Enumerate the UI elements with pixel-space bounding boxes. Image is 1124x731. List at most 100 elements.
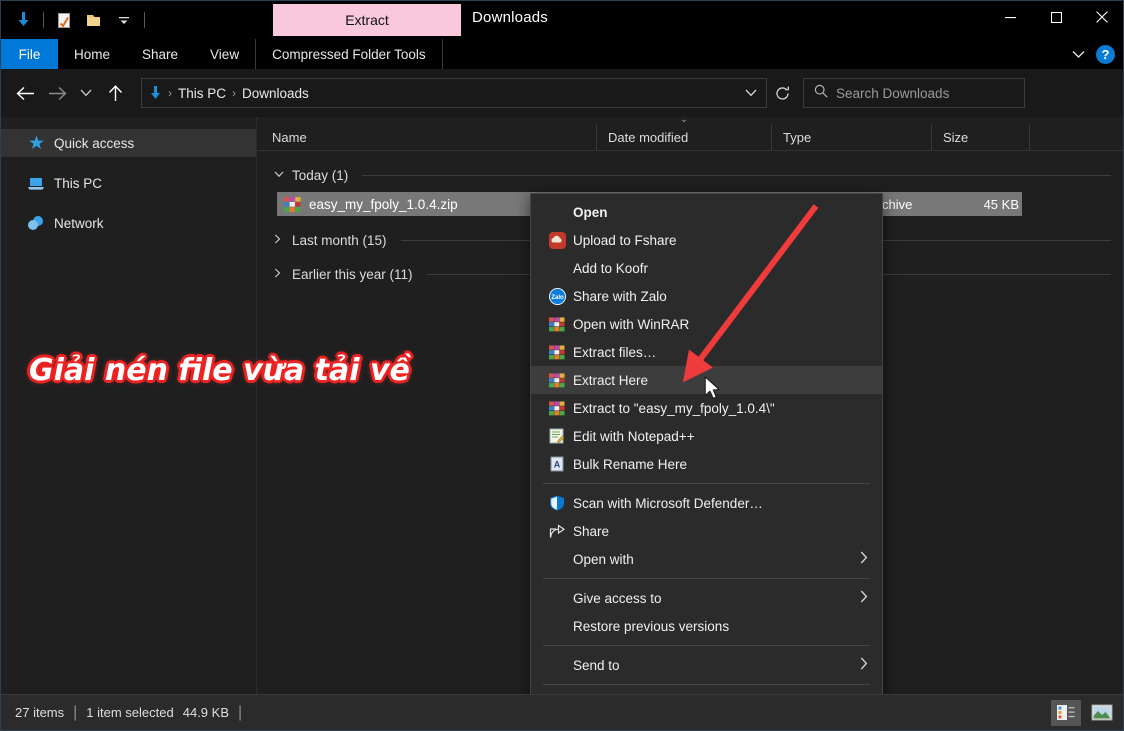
menu-item-extract-to-folder-label: Extract to "easy_my_fpoly_1.0.4\" [573,400,775,416]
search-box[interactable]: Search Downloads [803,78,1025,108]
column-header-date-modified-label: Date modified [608,129,689,145]
menu-separator-3 [543,645,870,646]
menu-item-extract-files[interactable]: Extract files… [531,338,882,366]
menu-item-open-label: Open [573,204,608,220]
breadcrumb-separator-2: › [232,86,237,100]
customize-dropdown-icon[interactable] [110,6,138,34]
menu-item-open[interactable]: Open [531,198,882,226]
file-explorer-window: Extract Downloads File Home Share View C… [0,0,1124,731]
tab-compressed-folder-tools-label: Compressed Folder Tools [272,46,426,62]
close-button[interactable] [1079,1,1123,33]
back-button[interactable] [9,77,41,109]
menu-item-add-to-koofr-label: Add to Koofr [573,260,649,276]
menu-item-extract-here[interactable]: Extract Here [531,366,882,394]
tab-view[interactable]: View [194,39,255,69]
menu-item-upload-to-fshare[interactable]: Upload to Fshare [531,226,882,254]
tab-share-label: Share [142,46,179,62]
help-button[interactable]: ? [1096,44,1115,64]
menu-item-extract-files-label: Extract files… [573,344,657,360]
svg-text:Zalo: Zalo [551,295,564,301]
group-chevron-down-icon[interactable] [274,170,284,181]
tab-home[interactable]: Home [58,39,126,69]
sidebar-item-network[interactable]: Network [1,209,256,237]
minimize-button[interactable] [987,1,1033,33]
menu-item-share-label: Share [573,523,610,539]
forward-button[interactable] [41,77,73,109]
column-header-name[interactable]: Name [258,124,596,150]
address-bar[interactable]: › This PC › Downloads [141,78,767,108]
contextual-tab-header-extract[interactable]: Extract [273,4,461,36]
column-header-spacer [1029,124,1089,150]
download-icon[interactable] [9,6,37,34]
properties-icon[interactable] [50,6,78,34]
menu-separator-2 [543,578,870,579]
maximize-button[interactable] [1033,1,1079,33]
up-button[interactable] [99,77,131,109]
menu-item-bulk-rename-here[interactable]: A Bulk Rename Here [531,450,882,478]
group-chevron-right-icon[interactable] [274,268,284,281]
status-selection: 1 item selected [86,705,174,720]
file-name-label: easy_my_fpoly_1.0.4.zip [309,196,458,212]
group-header-today[interactable]: Today (1) [258,161,1123,189]
network-icon [27,214,45,232]
share-icon [543,523,571,539]
menu-item-open-with-label: Open with [573,551,634,567]
breadcrumb-downloads[interactable]: Downloads [238,86,313,101]
column-header-size[interactable]: Size [931,124,1029,150]
sidebar-item-quick-access-label: Quick access [54,135,135,151]
collapse-ribbon-chevron-down-icon[interactable] [1064,42,1092,66]
menu-item-scan-with-defender[interactable]: Scan with Microsoft Defender… [531,489,882,517]
menu-item-extract-to-folder[interactable]: Extract to "easy_my_fpoly_1.0.4\" [531,394,882,422]
bulk-rename-icon: A [543,456,571,472]
menu-item-share[interactable]: Share [531,517,882,545]
tab-file-label: File [18,46,41,62]
search-icon [814,84,828,103]
menu-item-restore-previous-versions[interactable]: Restore previous versions [531,612,882,640]
menu-item-give-access-to[interactable]: Give access to [531,584,882,612]
menu-item-open-with-winrar[interactable]: Open with WinRAR [531,310,882,338]
sidebar-item-this-pc[interactable]: This PC [1,169,256,197]
breadcrumb-separator-1: › [168,86,172,100]
winrar-zip-icon [281,196,303,212]
tab-file[interactable]: File [1,39,58,69]
submenu-chevron-right-icon [860,551,868,567]
column-headers: Name ⌄ Date modified Type Size [258,115,1123,151]
menu-item-add-to-koofr[interactable]: Add to Koofr [531,254,882,282]
menu-item-open-with[interactable]: Open with [531,545,882,573]
notepadpp-icon [543,428,571,444]
tab-compressed-folder-tools[interactable]: Compressed Folder Tools [255,39,443,69]
recent-locations-chevron-down-icon[interactable] [73,77,99,109]
tab-home-label: Home [74,46,111,62]
large-icons-view-button[interactable] [1087,700,1117,726]
refresh-button[interactable] [769,79,795,107]
window-title: Downloads [472,9,549,26]
file-type-label: chive [882,196,913,212]
group-header-earlier-this-year-label: Earlier this year (11) [292,266,413,282]
window-controls [987,1,1123,33]
menu-item-send-to[interactable]: Send to [531,651,882,679]
view-mode-buttons [1051,699,1123,726]
star-icon [27,134,45,152]
menu-item-edit-with-notepadpp[interactable]: Edit with Notepad++ [531,422,882,450]
new-folder-icon[interactable] [80,6,108,34]
context-menu: Open Upload to Fshare Add to Koofr Zalo [530,193,883,730]
winrar-icon [543,372,571,388]
menu-item-share-with-zalo[interactable]: Zalo Share with Zalo [531,282,882,310]
sidebar-item-quick-access[interactable]: Quick access [1,129,256,157]
column-header-date-modified[interactable]: ⌄ Date modified [596,115,771,150]
details-view-button[interactable] [1051,699,1081,726]
title-bar: Extract Downloads [1,1,1123,39]
column-header-size-label: Size [943,129,969,145]
status-bar: 27 items | 1 item selected 44.9 KB | [1,694,1123,730]
status-selection-size: 44.9 KB [182,705,229,720]
menu-item-edit-with-notepadpp-label: Edit with Notepad++ [573,428,695,444]
search-input[interactable]: Search Downloads [836,86,949,101]
breadcrumb-this-pc[interactable]: This PC [174,86,230,101]
winrar-icon [543,316,571,332]
sort-indicator-icon: ⌄ [679,114,689,125]
tab-share[interactable]: Share [126,39,194,69]
group-chevron-right-icon[interactable] [274,234,284,247]
menu-item-extract-here-label: Extract Here [573,372,649,388]
column-header-type[interactable]: Type [771,124,931,150]
address-dropdown-chevron-down-icon[interactable] [738,79,764,107]
